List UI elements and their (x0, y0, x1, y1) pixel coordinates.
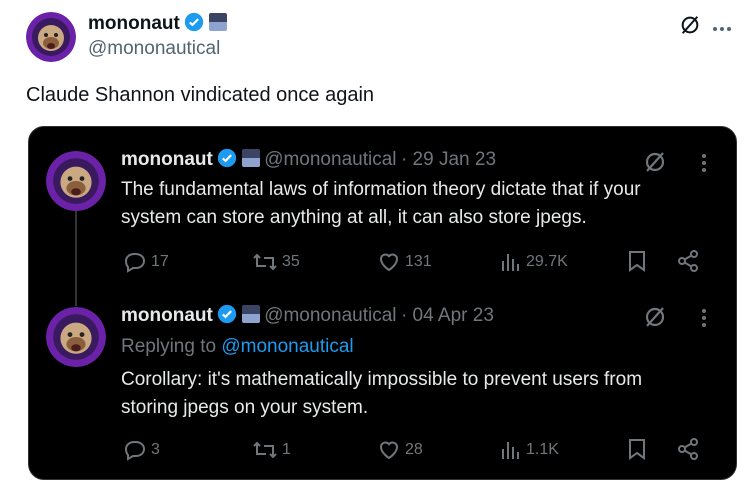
more-icon[interactable] (711, 20, 733, 38)
thread-connector (75, 210, 77, 306)
tweet2-repost-count: 1 (282, 441, 291, 458)
bookmark-icon[interactable] (626, 249, 648, 278)
tweet1-text-line2: system can store anything at all, it can… (121, 207, 587, 228)
tweet1-header: mononaut @mononautical · 29 Jan 23 (121, 148, 496, 171)
reply-icon (124, 253, 146, 273)
tweet2-replying: Replying to @mononautical (121, 336, 354, 358)
repost-icon (253, 253, 277, 271)
like-icon (379, 253, 399, 272)
tweet1-text: The fundamental laws of information theo… (121, 176, 641, 232)
tweet1-views-count: 29.7K (526, 253, 568, 270)
tweet1-repost-count: 35 (282, 253, 300, 270)
more-icon[interactable] (700, 307, 708, 334)
outer-author: mononaut (88, 12, 227, 35)
share-icon[interactable] (676, 437, 700, 466)
tweet1-reply-button[interactable]: 17 (123, 250, 169, 274)
grok-icon[interactable] (679, 14, 701, 41)
tweet1-reply-count: 17 (151, 253, 169, 270)
grok-icon[interactable] (643, 305, 667, 334)
repost-icon (253, 441, 277, 459)
tweet2-repost-button[interactable]: 1 (252, 438, 291, 462)
tweet2-name[interactable]: mononaut (121, 305, 213, 326)
tweet2-handle[interactable]: @mononautical (264, 305, 396, 326)
replying-prefix: Replying to (121, 336, 217, 357)
views-icon (502, 442, 519, 459)
tweet1-like-button[interactable]: 131 (377, 250, 432, 274)
flag-badge-icon (241, 149, 260, 167)
tweet1-date[interactable]: · 29 Jan 23 (401, 149, 496, 170)
bookmark-icon[interactable] (626, 437, 648, 466)
tweet2-text: Corollary: it's mathematically impossibl… (121, 366, 642, 422)
flag-badge-icon (208, 13, 227, 31)
tweet1-like-count: 131 (405, 253, 432, 270)
tweet1-name[interactable]: mononaut (121, 149, 213, 170)
replying-mention-link[interactable]: @mononautical (221, 336, 353, 357)
tweet1-views-button[interactable]: 29.7K (500, 250, 568, 274)
tweet1-handle[interactable]: @mononautical (264, 149, 396, 170)
tweet2-date[interactable]: · 04 Apr 23 (401, 305, 494, 326)
tweet2-like-button[interactable]: 28 (377, 438, 423, 462)
verified-icon (217, 148, 237, 168)
share-icon[interactable] (676, 249, 700, 278)
more-icon[interactable] (700, 152, 708, 179)
outer-name[interactable]: mononaut (88, 13, 180, 34)
tweet2-views-count: 1.1K (526, 441, 559, 458)
outer-tweet-text: Claude Shannon vindicated once again (26, 84, 375, 106)
tweet2-reply-count: 3 (151, 441, 160, 458)
tweet2-text-line2: storing jpegs on your system. (121, 397, 369, 418)
grok-icon[interactable] (643, 150, 667, 179)
flag-badge-icon (241, 305, 260, 323)
outer-handle[interactable]: @mononautical (88, 38, 220, 60)
outer-avatar[interactable] (26, 12, 76, 62)
tweet2-avatar[interactable] (46, 307, 106, 367)
views-icon (502, 254, 519, 271)
tweet2-header: mononaut @mononautical · 04 Apr 23 (121, 304, 494, 327)
tweet2-like-count: 28 (405, 441, 423, 458)
tweet2-views-button[interactable]: 1.1K (500, 438, 559, 462)
like-icon (379, 441, 399, 460)
tweet2-reply-button[interactable]: 3 (123, 438, 160, 462)
verified-icon (217, 304, 237, 324)
verified-icon (184, 12, 204, 32)
reply-icon (124, 441, 146, 461)
tweet2-text-line1: Corollary: it's mathematically impossibl… (121, 369, 643, 390)
tweet1-repost-button[interactable]: 35 (252, 250, 300, 274)
tweet1-text-line1: The fundamental laws of information theo… (121, 179, 641, 200)
tweet1-avatar[interactable] (46, 151, 106, 211)
